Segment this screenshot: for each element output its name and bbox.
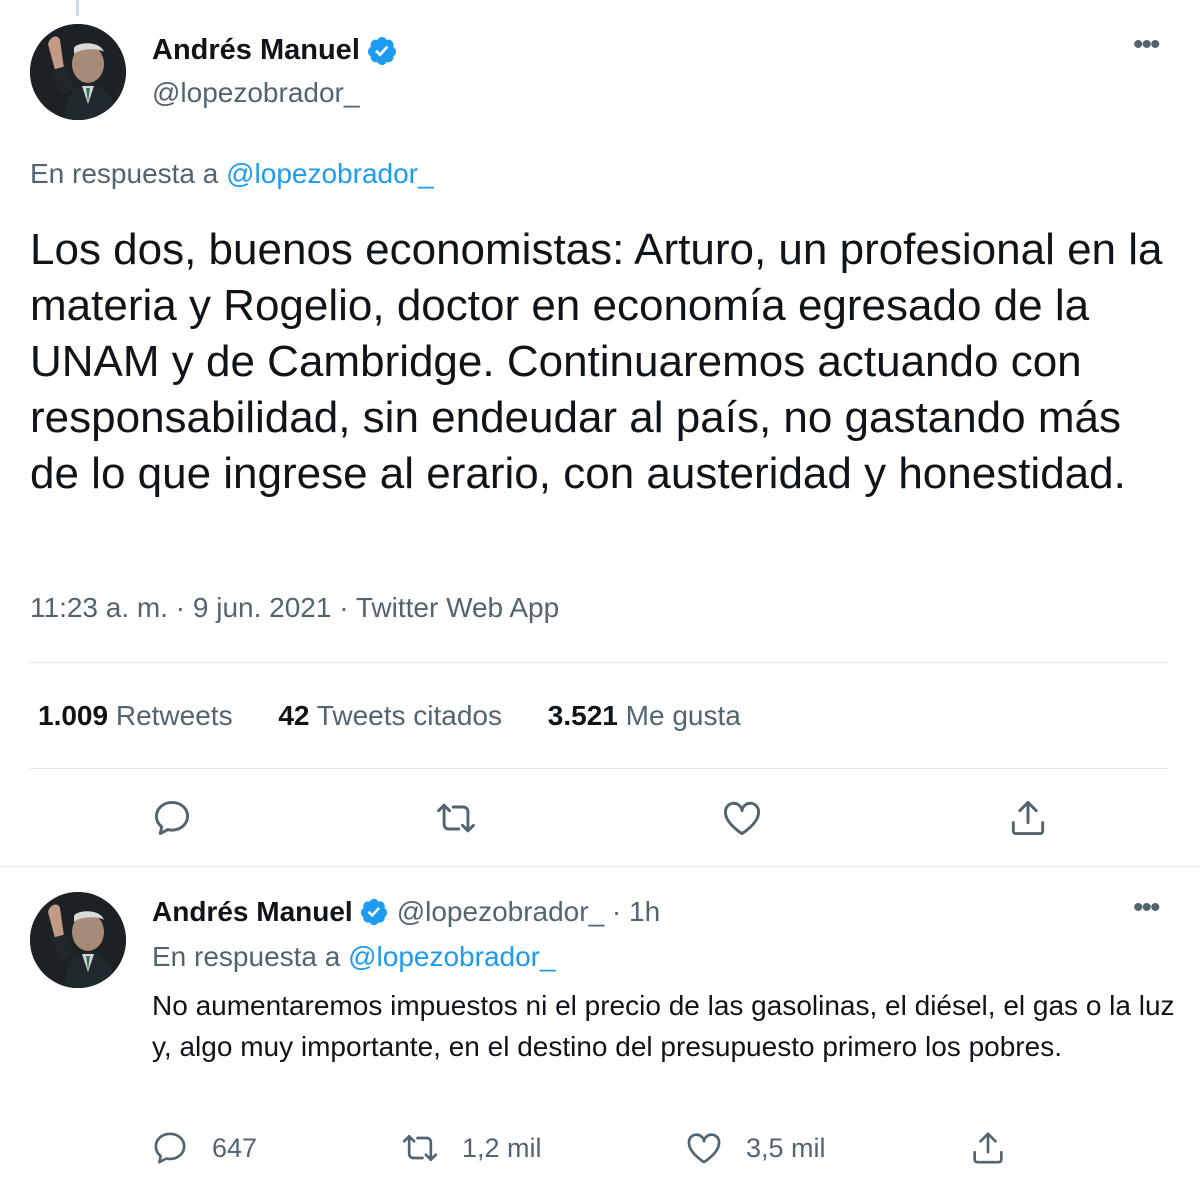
reply-tweet-text: No aumentaremos impuestos ni el precio d…	[152, 990, 1175, 1062]
retweet-count: 1,2 mil	[462, 1132, 542, 1163]
like-icon	[687, 1133, 721, 1164]
divider	[30, 768, 1168, 769]
tweet-stats: 1.009 Retweets 42 Tweets citados 3.521 M…	[38, 700, 779, 732]
reply-author-avatar[interactable]	[30, 892, 126, 988]
retweet-icon	[402, 1135, 438, 1161]
likes-label: Me gusta	[625, 700, 741, 731]
in-reply-to-line: En respuesta a @lopezobrador_	[30, 158, 434, 190]
like-button[interactable]	[720, 796, 764, 840]
divider	[0, 866, 1200, 867]
share-button[interactable]	[1006, 796, 1050, 840]
thread-connector-line	[76, 0, 79, 16]
author-handle[interactable]: @lopezobrador_	[152, 77, 359, 109]
tweet-timestamp[interactable]: 11:23 a. m. · 9 jun. 2021 · Twitter Web …	[30, 592, 559, 624]
reply-author-name[interactable]: Andrés Manuel	[152, 896, 389, 928]
more-options-icon[interactable]: •••	[1133, 893, 1160, 923]
reply-handle-time[interactable]: @lopezobrador_ · 1h	[397, 896, 660, 928]
in-reply-prefix: En respuesta a	[152, 941, 341, 972]
share-icon	[973, 1132, 1003, 1164]
author-name-block[interactable]: Andrés Manuel	[152, 34, 398, 67]
retweets-stat[interactable]: 1.009 Retweets	[38, 700, 233, 731]
reply-reply-button[interactable]: 647	[150, 1128, 257, 1168]
likes-count: 3.521	[547, 700, 618, 731]
author-name-text: Andrés Manuel	[152, 34, 360, 66]
reply-in-reply-to-line: En respuesta a @lopezobrador_	[152, 941, 556, 973]
author-name[interactable]: Andrés Manuel	[152, 34, 398, 67]
verified-badge-icon	[360, 898, 387, 926]
reply-count: 647	[212, 1132, 258, 1163]
reply-like-button[interactable]: 3,5 mil	[684, 1128, 826, 1168]
reply-retweet-button[interactable]: 1,2 mil	[400, 1128, 542, 1168]
reply-share-button[interactable]	[968, 1128, 1030, 1168]
share-icon	[1011, 800, 1045, 836]
reply-button[interactable]	[150, 796, 194, 840]
like-icon	[724, 801, 760, 836]
divider	[30, 662, 1168, 663]
quotes-count: 42	[278, 700, 310, 731]
retweets-label: Retweets	[115, 700, 233, 731]
verified-badge-icon	[367, 36, 396, 65]
avatar-photo	[30, 24, 126, 120]
likes-stat[interactable]: 3.521 Me gusta	[548, 700, 741, 731]
like-count: 3,5 mil	[746, 1132, 826, 1163]
tweet-text: Los dos, buenos economistas: Arturo, un …	[30, 225, 1163, 498]
more-options-icon[interactable]: •••	[1133, 30, 1160, 60]
retweets-count: 1.009	[38, 700, 109, 731]
quotes-stat[interactable]: 42 Tweets citados	[278, 700, 502, 731]
reply-icon	[154, 800, 190, 836]
reply-author-name-text: Andrés Manuel	[152, 896, 353, 927]
author-avatar[interactable]	[30, 24, 126, 120]
retweet-button[interactable]	[434, 796, 478, 840]
in-reply-mention-link[interactable]: @lopezobrador_	[348, 941, 555, 972]
reply-icon	[154, 1132, 186, 1164]
quotes-label: Tweets citados	[316, 700, 502, 731]
avatar-photo	[30, 892, 126, 988]
in-reply-prefix: En respuesta a	[30, 158, 219, 189]
retweet-icon	[437, 803, 475, 833]
in-reply-mention-link[interactable]: @lopezobrador_	[226, 158, 433, 189]
reply-header: Andrés Manuel @lopezobrador_ · 1h	[152, 896, 660, 928]
